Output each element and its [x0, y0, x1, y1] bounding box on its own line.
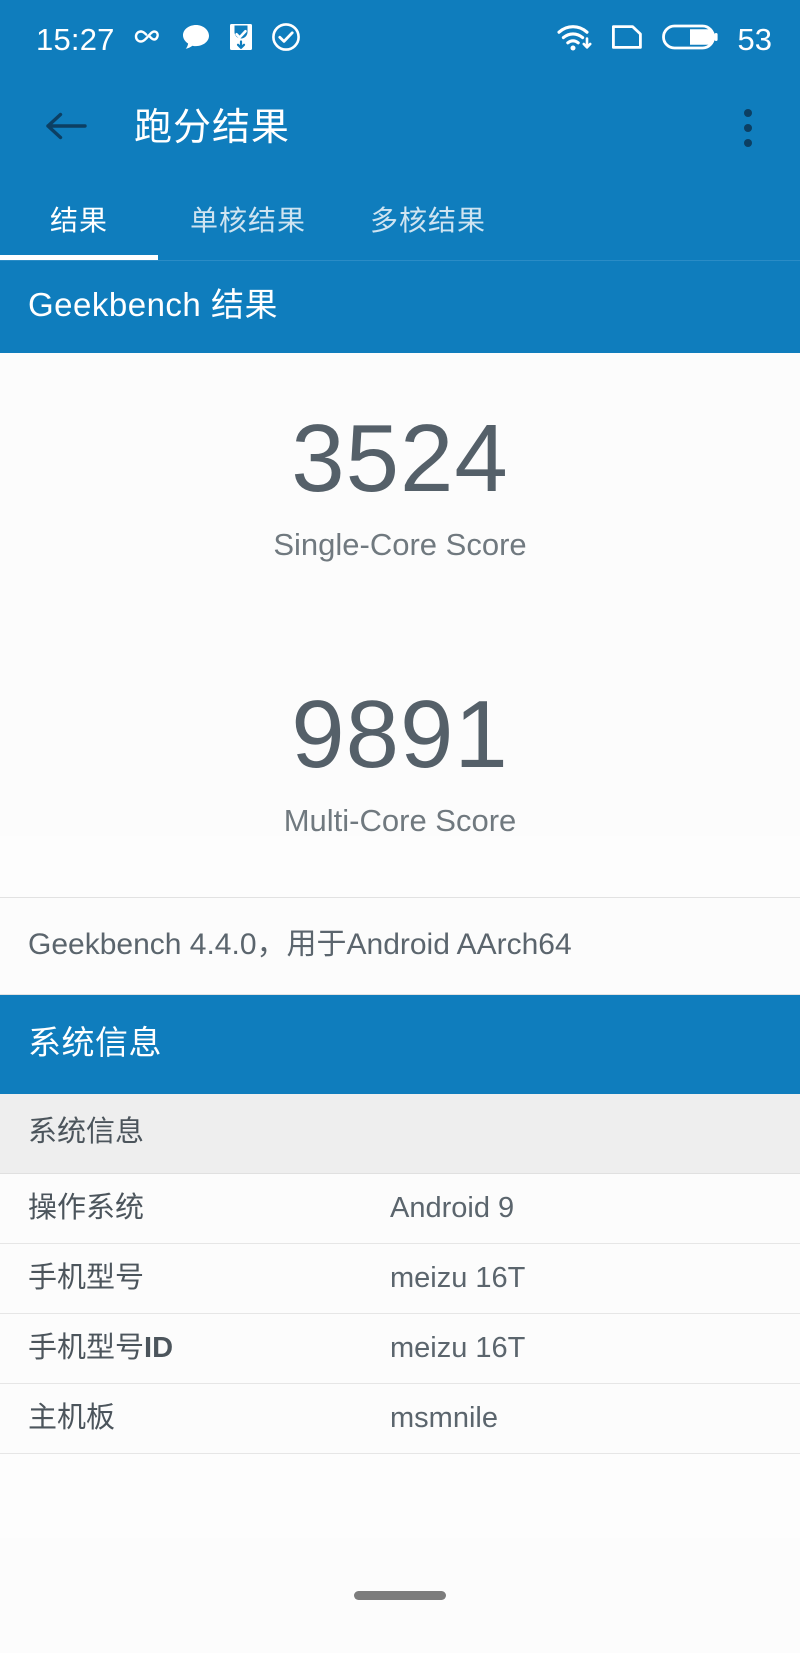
battery-icon [661, 22, 718, 57]
table-row: 主机板 msmnile [0, 1383, 800, 1454]
tab-label: 多核结果 [369, 205, 486, 236]
status-clock: 15:27 [36, 21, 115, 57]
check-circle-icon [271, 22, 301, 57]
single-core-score-value: 3524 [291, 405, 509, 513]
tab-results[interactable]: 结果 [0, 178, 158, 260]
back-button[interactable] [40, 102, 92, 154]
sim-card-icon [610, 22, 644, 57]
table-row: 手机型号ID meizu 16T [0, 1313, 800, 1384]
row-key-text: 手机型号 [28, 1261, 145, 1294]
tab-active-indicator [0, 255, 158, 260]
single-core-score-block: 3524 Single-Core Score [0, 405, 800, 563]
overflow-menu-icon [744, 124, 752, 132]
tab-multi-core-results[interactable]: 多核结果 [342, 178, 514, 260]
download-inbox-icon [228, 22, 254, 57]
system-info-section-header: 系统信息 [0, 995, 800, 1094]
single-core-score-label: Single-Core Score [273, 527, 527, 563]
phone-screen: 15:27 53 跑分结果 结果 单核结果 多核结果 Geekbench 结果 … [0, 0, 800, 1653]
table-row: 操作系统 Android 9 [0, 1173, 800, 1244]
version-row: Geekbench 4.4.0，用于Android AArch64 [0, 897, 800, 996]
row-value: meizu 16T [390, 1261, 526, 1294]
status-bar-left: 15:27 [36, 22, 301, 57]
results-section-title: Geekbench 结果 [28, 286, 278, 323]
status-bar: 15:27 53 [0, 0, 800, 78]
table-subheader-label: 系统信息 [28, 1115, 145, 1148]
tab-label: 结果 [49, 205, 108, 236]
score-area: 3524 Single-Core Score 9891 Multi-Core S… [0, 353, 800, 839]
row-key-text: 手机型号 [28, 1331, 145, 1364]
table-subheader: 系统信息 [0, 1093, 800, 1174]
tab-bar: 结果 单核结果 多核结果 [0, 178, 800, 260]
multi-core-score-block: 9891 Multi-Core Score [0, 681, 800, 839]
overflow-menu-button[interactable] [722, 98, 774, 158]
tab-label: 单核结果 [189, 205, 306, 236]
battery-percent: 53 [737, 21, 772, 57]
wifi-download-icon [556, 21, 592, 58]
results-section-header: Geekbench 结果 [0, 260, 800, 354]
multi-core-score-label: Multi-Core Score [283, 803, 517, 839]
navigation-bar [0, 1538, 800, 1653]
row-key-text: 操作系统 [28, 1191, 145, 1224]
chat-bubble-icon [181, 23, 211, 56]
row-value: Android 9 [390, 1191, 515, 1224]
row-value: msmnile [390, 1401, 498, 1434]
row-key: 主机板 [28, 1401, 390, 1434]
back-arrow-icon [43, 108, 89, 149]
infinity-icon [132, 25, 164, 54]
overflow-menu-icon [744, 109, 752, 117]
row-key: 手机型号ID [28, 1331, 390, 1364]
tab-single-core-results[interactable]: 单核结果 [162, 178, 334, 260]
row-key-suffix: ID [144, 1331, 174, 1364]
page-title: 跑分结果 [134, 107, 291, 149]
row-value: meizu 16T [390, 1331, 526, 1364]
row-key: 手机型号 [28, 1261, 390, 1294]
version-text: Geekbench 4.4.0，用于Android AArch64 [28, 928, 572, 962]
home-gesture-pill[interactable] [354, 1591, 446, 1600]
row-key: 操作系统 [28, 1191, 390, 1224]
system-info-table: 系统信息 操作系统 Android 9 手机型号 meizu 16T 手机型号I… [0, 1093, 800, 1454]
status-bar-right: 53 [556, 21, 772, 58]
multi-core-score-value: 9891 [291, 681, 509, 789]
system-info-section-title: 系统信息 [28, 1024, 162, 1062]
app-bar: 跑分结果 [0, 78, 800, 178]
row-key-text: 主机板 [28, 1401, 116, 1434]
table-row: 手机型号 meizu 16T [0, 1243, 800, 1314]
overflow-menu-icon [744, 139, 752, 147]
